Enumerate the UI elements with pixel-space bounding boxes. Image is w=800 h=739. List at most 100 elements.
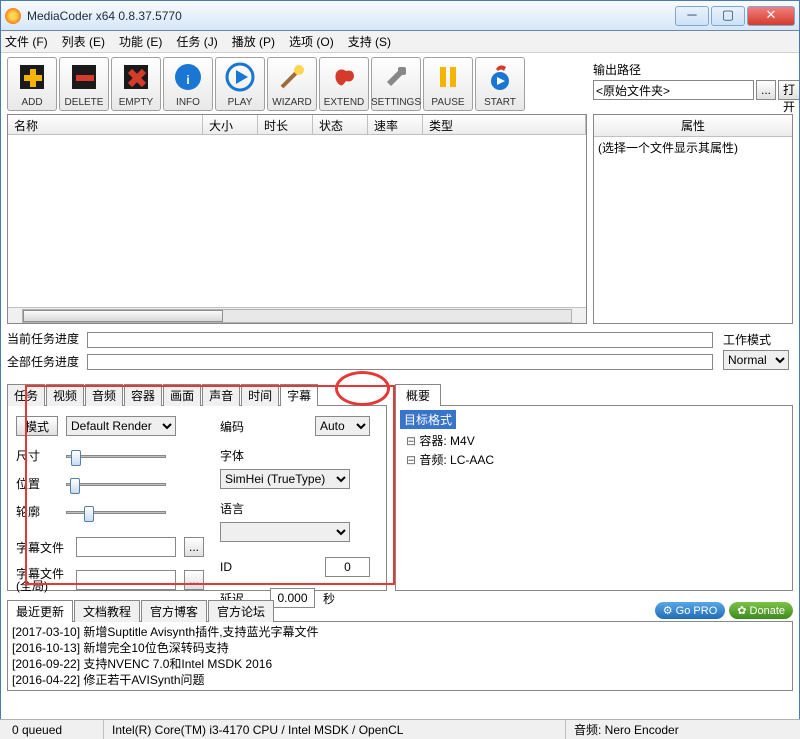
news-item: [2016-10-13] 新增完全10位色深转码支持 (12, 640, 788, 656)
menu-task[interactable]: 任务 (J) (176, 33, 217, 50)
outline-slider[interactable] (66, 505, 166, 519)
col-type[interactable]: 类型 (423, 115, 586, 134)
output-open-button[interactable]: 打开 (778, 80, 799, 100)
current-progress-bar (87, 332, 713, 348)
tab-time[interactable]: 时间 (241, 384, 279, 406)
subfile-input[interactable] (76, 537, 176, 557)
toolbar: ADD DELETE EMPTY iINFO PLAY WIZARD EXTEN… (7, 57, 525, 111)
tab-task[interactable]: 任务 (7, 384, 45, 406)
news-item: [2017-03-10] 新增Suptitle Avisynth插件,支持蓝光字… (12, 624, 788, 640)
size-label: 尺寸 (16, 447, 58, 464)
donate-button[interactable]: ✿ Donate (729, 602, 793, 619)
tab-sound[interactable]: 声音 (202, 384, 240, 406)
subfile-global-label: 字幕文件 (全局) (16, 568, 68, 592)
tab-video[interactable]: 视频 (46, 384, 84, 406)
add-button[interactable]: ADD (7, 57, 57, 111)
list-body[interactable] (8, 135, 586, 307)
statusbar: 0 queued Intel(R) Core(TM) i3-4170 CPU /… (0, 719, 800, 739)
properties-header: 属性 (594, 115, 792, 137)
wizard-button[interactable]: WIZARD (267, 57, 317, 111)
list-hscroll[interactable] (8, 307, 586, 323)
menu-play[interactable]: 播放 (P) (232, 33, 275, 50)
info-button[interactable]: iINFO (163, 57, 213, 111)
mode-button[interactable]: 模式 (16, 416, 58, 436)
current-progress-label: 当前任务进度 (7, 329, 87, 349)
news-box[interactable]: [2017-03-10] 新增Suptitle Avisynth插件,支持蓝光字… (7, 621, 793, 691)
tab-subtitle[interactable]: 字幕 (280, 384, 318, 406)
tree-target[interactable]: 目标格式 (400, 410, 456, 429)
pause-button[interactable]: PAUSE (423, 57, 473, 111)
menubar: 文件 (F) 列表 (E) 功能 (E) 任务 (J) 播放 (P) 选项 (O… (1, 31, 799, 53)
status-cpu: Intel(R) Core(TM) i3-4170 CPU / Intel MS… (104, 720, 566, 739)
id-input[interactable] (325, 557, 370, 577)
menu-list[interactable]: 列表 (E) (62, 33, 105, 50)
lang-select[interactable] (220, 522, 350, 542)
btab-forum[interactable]: 官方论坛 (208, 600, 274, 622)
workmode-select[interactable]: Normal (723, 350, 789, 370)
svg-text:i: i (186, 73, 189, 87)
btab-news[interactable]: 最近更新 (7, 600, 73, 622)
gopro-button[interactable]: ⚙ Go PRO (655, 602, 725, 619)
close-button[interactable]: ✕ (747, 6, 795, 26)
btab-blog[interactable]: 官方博客 (141, 600, 207, 622)
subfile-browse[interactable]: ... (184, 537, 204, 557)
font-select[interactable]: SimHei (TrueType) (220, 469, 350, 489)
subfile-global-input[interactable] (76, 570, 176, 590)
subfile-global-browse[interactable]: ... (184, 570, 204, 590)
menu-function[interactable]: 功能 (E) (119, 33, 162, 50)
play-button[interactable]: PLAY (215, 57, 265, 111)
tab-summary[interactable]: 概要 (395, 384, 441, 406)
maximize-button[interactable]: ▢ (711, 6, 745, 26)
col-size[interactable]: 大小 (203, 115, 258, 134)
tab-container[interactable]: 容器 (124, 384, 162, 406)
summary-tree[interactable]: 目标格式 容器: M4V 音频: LC-AAC (395, 405, 793, 591)
empty-button[interactable]: EMPTY (111, 57, 161, 111)
col-status[interactable]: 状态 (313, 115, 368, 134)
workmode-label: 工作模式 (723, 331, 793, 348)
tree-audio[interactable]: 音频: LC-AAC (406, 450, 788, 469)
status-queue: 0 queued (4, 720, 104, 739)
output-panel: 输出路径 ... 打开 (593, 61, 793, 100)
start-button[interactable]: START (475, 57, 525, 111)
delete-button[interactable]: DELETE (59, 57, 109, 111)
tree-container[interactable]: 容器: M4V (406, 431, 788, 450)
btab-docs[interactable]: 文档教程 (74, 600, 140, 622)
titlebar: MediaCoder x64 0.8.37.5770 ─ ▢ ✕ (1, 1, 799, 31)
mode-select[interactable]: Default Render (66, 416, 176, 436)
output-label: 输出路径 (593, 61, 793, 78)
status-audio: 音频: Nero Encoder (566, 720, 796, 739)
output-path-input[interactable] (593, 80, 754, 100)
lang-label: 语言 (220, 502, 244, 516)
subfile-label: 字幕文件 (16, 539, 68, 556)
tab-screen[interactable]: 画面 (163, 384, 201, 406)
news-item: [2016-04-22] 修正若干AVISynth问题 (12, 672, 788, 688)
subtitle-panel: 模式 Default Render 尺寸 位置 轮廓 字幕文件... 字幕文件 … (7, 405, 387, 591)
font-label: 字体 (220, 449, 244, 463)
pos-slider[interactable] (66, 477, 166, 491)
delay-input[interactable] (270, 588, 315, 608)
app-icon (5, 8, 21, 24)
minimize-button[interactable]: ─ (675, 6, 709, 26)
pos-label: 位置 (16, 475, 58, 492)
col-rate[interactable]: 速率 (368, 115, 423, 134)
settings-button[interactable]: SETTINGS (371, 57, 421, 111)
menu-options[interactable]: 选项 (O) (289, 33, 334, 50)
file-list[interactable]: 名称 大小 时长 状态 速率 类型 (7, 114, 587, 324)
menu-support[interactable]: 支持 (S) (348, 33, 391, 50)
col-duration[interactable]: 时长 (258, 115, 313, 134)
all-progress-label: 全部任务进度 (7, 352, 87, 372)
window-title: MediaCoder x64 0.8.37.5770 (27, 9, 673, 23)
col-name[interactable]: 名称 (8, 115, 203, 134)
output-browse-button[interactable]: ... (756, 80, 776, 100)
encoding-label: 编码 (220, 418, 262, 435)
sec-label: 秒 (323, 590, 335, 607)
id-label: ID (220, 560, 262, 574)
properties-panel: 属性 (选择一个文件显示其属性) (593, 114, 793, 324)
size-slider[interactable] (66, 449, 166, 463)
menu-file[interactable]: 文件 (F) (5, 33, 48, 50)
news-item: [2016-09-22] 支持NVENC 7.0和Intel MSDK 2016 (12, 656, 788, 672)
encoding-select[interactable]: Auto (315, 416, 370, 436)
tab-audio[interactable]: 音频 (85, 384, 123, 406)
properties-hint: (选择一个文件显示其属性) (594, 137, 792, 158)
extend-button[interactable]: EXTEND (319, 57, 369, 111)
